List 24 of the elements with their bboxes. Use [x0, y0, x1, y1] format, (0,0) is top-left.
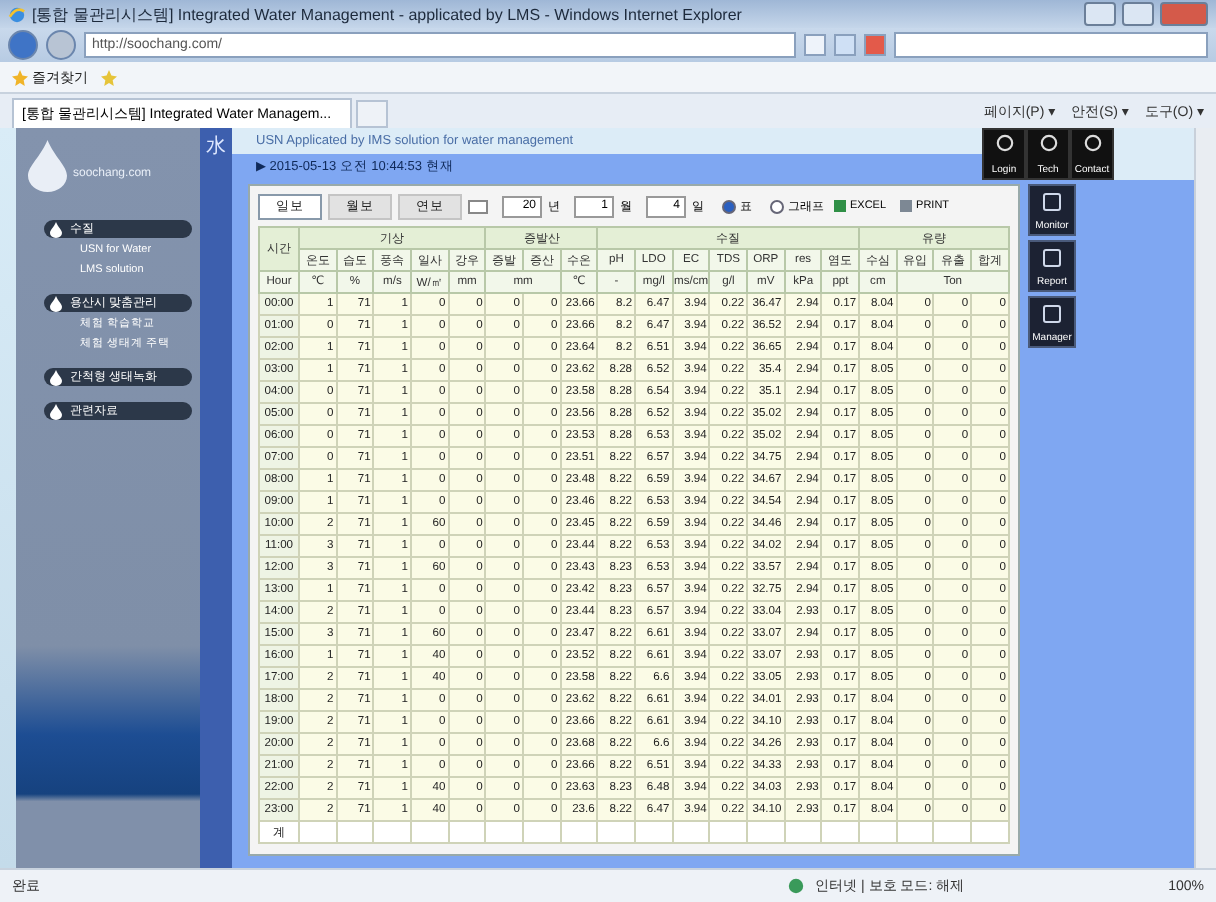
- add-favorite-icon[interactable]: [100, 69, 118, 85]
- new-tab-button[interactable]: [356, 100, 388, 128]
- circle-icon: [1083, 134, 1101, 152]
- forward-button[interactable]: [46, 30, 76, 60]
- circle-icon: [995, 134, 1013, 152]
- water-drop-icon: [50, 403, 62, 419]
- scrollbar[interactable]: [1194, 128, 1216, 868]
- water-drop-icon: [50, 221, 62, 237]
- water-drop-icon: [50, 369, 62, 385]
- square-icon: [1042, 248, 1062, 268]
- banner-character: 水: [206, 136, 226, 162]
- circle-icon: [1039, 134, 1057, 152]
- water-drop-icon: [28, 140, 67, 192]
- minimize-button[interactable]: [1084, 2, 1116, 26]
- window-title: [통합 물관리시스템] Integrated Water Management - applicated by LMS - Windows Internet Explorer: [32, 3, 744, 25]
- star-icon: [12, 69, 28, 85]
- search-field[interactable]: [894, 32, 1208, 58]
- calendar-icon[interactable]: [468, 199, 488, 213]
- maximize-button[interactable]: [1122, 2, 1154, 26]
- square-icon: [1042, 192, 1062, 212]
- square-icon: [1042, 304, 1062, 324]
- browser-icon: [8, 5, 26, 23]
- water-drop-icon: [50, 295, 62, 311]
- back-button[interactable]: [8, 30, 38, 60]
